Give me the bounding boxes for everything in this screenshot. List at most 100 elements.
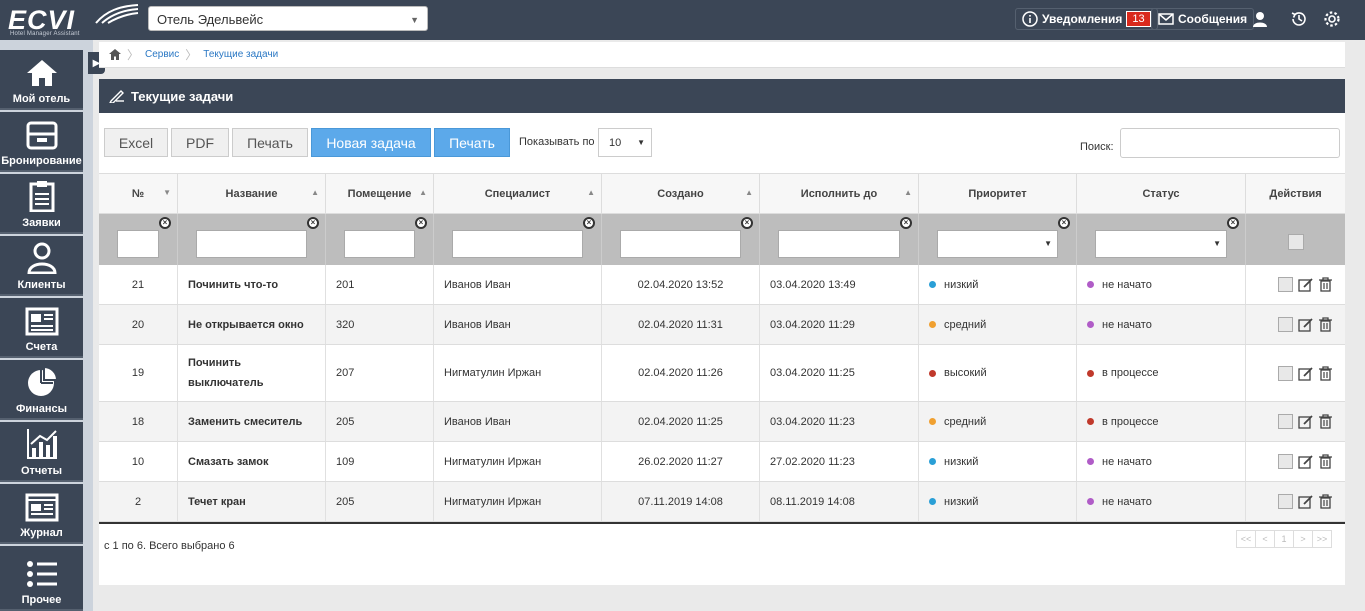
envelope-icon [1158,13,1174,25]
edit-icon[interactable] [1298,414,1313,429]
column-header-number[interactable]: № ▼ [99,174,178,213]
trash-icon[interactable] [1318,494,1333,509]
edit-icon[interactable] [1298,317,1313,332]
select-all-checkbox[interactable] [1287,233,1304,250]
filter-created-input[interactable] [620,229,741,258]
pager-last-button[interactable]: >> [1312,530,1332,548]
breadcrumb-item-current-tasks[interactable]: Текущие задачи [203,49,278,60]
filter-status-select[interactable]: ▼ [1095,229,1227,258]
filter-specialist-input[interactable] [452,229,583,258]
clear-filter-icon[interactable]: × [583,217,595,229]
top-bar: ECVI Hotel Manager Assistant Отель Эдель… [0,0,1365,40]
column-header-name[interactable]: Название ▲ [178,174,326,213]
pencil-icon [109,90,124,103]
sidebar-item-finance[interactable]: Финансы [0,360,83,420]
row-select-checkbox[interactable] [1278,494,1293,509]
pager-page-button[interactable]: 1 [1274,530,1294,548]
column-header-status[interactable]: Статус [1077,174,1246,213]
breadcrumb-item-service[interactable]: Сервис [145,49,179,60]
row-select-checkbox[interactable] [1278,454,1293,469]
pager-prev-button[interactable]: < [1255,530,1275,548]
user-profile-icon[interactable] [1251,10,1269,28]
cell-priority: средний [919,402,1077,441]
edit-icon[interactable] [1298,277,1313,292]
table-row[interactable]: 21 Починить что-то 201 Иванов Иван 02.04.202… [99,265,1345,305]
table-filter-row: × × × × × × ▼ × ▼ × [99,214,1345,265]
print-blue-button[interactable]: Печать [434,128,510,157]
filter-room-input[interactable] [344,229,415,258]
clear-filter-icon[interactable]: × [159,217,171,229]
column-header-created[interactable]: Создано ▲ [602,174,760,213]
app-logo[interactable]: ECVI Hotel Manager Assistant [8,2,140,38]
notifications-button[interactable]: Уведомления 13 [1015,8,1158,30]
table-row[interactable]: 19 Починить выключатель 207 Нигматулин Иржа… [99,345,1345,402]
column-header-priority[interactable]: Приоритет [919,174,1077,213]
cell-number: 19 [99,345,178,401]
sidebar-item-journal[interactable]: Журнал [0,484,83,544]
filter-due-input[interactable] [778,229,900,258]
column-header-room[interactable]: Помещение ▲ [326,174,434,213]
priority-label: низкий [944,495,979,508]
trash-icon[interactable] [1318,317,1333,332]
table-row[interactable]: 2 Течет кран 205 Нигматулин Иржан 07.11.2019… [99,482,1345,522]
pager-next-button[interactable]: > [1293,530,1313,548]
sidebar-item-my-hotel[interactable]: Мой отель [0,50,83,110]
row-select-checkbox[interactable] [1278,277,1293,292]
column-header-actions: Действия [1269,187,1322,200]
table-row[interactable]: 20 Не открывается окно 320 Иванов Иван 02.04… [99,305,1345,345]
search-input[interactable] [1120,128,1340,158]
cell-due: 27.02.2020 11:23 [760,442,919,481]
clear-filter-icon[interactable]: × [1227,217,1239,229]
filter-number-input[interactable] [117,229,159,258]
table-row[interactable]: 18 Заменить смеситель 205 Иванов Иван 02.04.… [99,402,1345,442]
trash-icon[interactable] [1318,454,1333,469]
export-pdf-button[interactable]: PDF [171,128,229,157]
column-header-due[interactable]: Исполнить до ▲ [760,174,919,213]
cell-specialist: Иванов Иван [434,402,602,441]
table-header-row: № ▼ Название ▲ Помещение ▲ Специалист ▲ Созд… [99,173,1345,214]
column-header-specialist[interactable]: Специалист ▲ [434,174,602,213]
hotel-select[interactable]: Отель Эдельвейс ▼ [148,6,428,31]
trash-icon[interactable] [1318,277,1333,292]
trash-icon[interactable] [1318,365,1333,381]
row-select-checkbox[interactable] [1278,414,1293,429]
settings-gear-icon[interactable] [1323,10,1341,28]
sidebar-item-reports[interactable]: Отчеты [0,422,83,482]
cell-due: 03.04.2020 11:23 [760,402,919,441]
sidebar-item-clients[interactable]: Клиенты [0,236,83,296]
clear-filter-icon[interactable]: × [1058,217,1070,229]
table-info: с 1 по 6. Всего выбрано 6 [104,540,235,552]
trash-icon[interactable] [1318,414,1333,429]
cell-room: 207 [326,345,434,401]
export-excel-button[interactable]: Excel [104,128,168,157]
clear-filter-icon[interactable]: × [415,217,427,229]
sort-icon: ▲ [904,188,912,197]
edit-icon[interactable] [1298,454,1313,469]
clear-filter-icon[interactable]: × [741,217,753,229]
sidebar-item-invoices[interactable]: Счета [0,298,83,358]
status-dot [1087,458,1094,465]
home-icon[interactable] [109,49,121,60]
sort-icon: ▲ [745,188,753,197]
filter-priority-select[interactable]: ▼ [937,229,1058,258]
table-row[interactable]: 10 Смазать замок 109 Нигматулин Иржан 26.02.… [99,442,1345,482]
print-button[interactable]: Печать [232,128,308,157]
cell-status: не начато [1077,265,1246,304]
edit-icon[interactable] [1298,366,1313,381]
cell-room: 205 [326,482,434,521]
messages-button[interactable]: Сообщения [1151,8,1255,30]
filter-name-input[interactable] [196,229,307,258]
breadcrumb-separator: 〉 [185,48,198,62]
history-icon[interactable] [1290,10,1308,28]
new-task-button[interactable]: Новая задача [311,128,431,157]
sidebar-item-requests[interactable]: Заявки [0,174,83,234]
sidebar-item-booking[interactable]: Бронирование [0,112,83,172]
row-select-checkbox[interactable] [1278,365,1293,381]
row-select-checkbox[interactable] [1278,317,1293,332]
pager-first-button[interactable]: << [1236,530,1256,548]
clear-filter-icon[interactable]: × [900,217,912,229]
page-size-select[interactable]: 10 ▼ [598,128,652,157]
clear-filter-icon[interactable]: × [307,217,319,229]
sidebar-item-other[interactable]: Прочее [0,546,83,611]
edit-icon[interactable] [1298,494,1313,509]
